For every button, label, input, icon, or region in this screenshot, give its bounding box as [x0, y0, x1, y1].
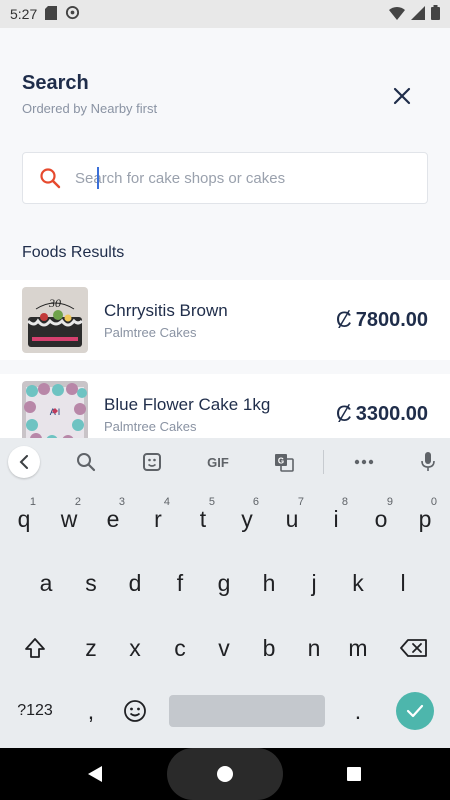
search-input[interactable]	[75, 158, 427, 198]
key-v[interactable]: v	[204, 623, 244, 673]
key-y[interactable]: 6y	[227, 494, 267, 544]
comma-key[interactable]: ,	[71, 686, 111, 736]
key-u[interactable]: 7u	[272, 494, 312, 544]
soft-keyboard: GIF G 1q 2w 3e 4r 5t 6y 7u 8i 9o 0p a s …	[0, 438, 450, 748]
back-triangle-icon	[88, 766, 102, 782]
key-g[interactable]: g	[204, 558, 244, 608]
key-c[interactable]: c	[160, 623, 200, 673]
chevron-left-icon	[19, 455, 28, 469]
key-s[interactable]: s	[71, 558, 111, 608]
svg-text:G: G	[278, 457, 284, 466]
key-j[interactable]: j	[294, 558, 334, 608]
nav-home-button[interactable]	[215, 764, 235, 784]
key-d[interactable]: d	[115, 558, 155, 608]
result-item[interactable]: 30 Chrrysitis Brown Palmtree Cakes Ȼ 780…	[0, 280, 450, 360]
key-q[interactable]: 1q	[4, 494, 44, 544]
result-item[interactable]: A I Blue Flower Cake 1kg Palmtree Cakes …	[0, 374, 450, 438]
toolbar-divider	[323, 450, 324, 474]
emoji-key[interactable]	[115, 686, 155, 736]
home-circle-icon	[217, 766, 233, 782]
key-i[interactable]: 8i	[316, 494, 356, 544]
microphone-icon	[421, 452, 435, 471]
signal-icon	[411, 5, 425, 23]
period-key[interactable]: .	[338, 686, 378, 736]
gif-button[interactable]: GIF	[198, 446, 238, 478]
key-f[interactable]: f	[160, 558, 200, 608]
key-a[interactable]: a	[26, 558, 66, 608]
wifi-icon	[389, 6, 405, 23]
nav-back-button[interactable]	[85, 764, 105, 784]
sticker-button[interactable]	[138, 446, 166, 478]
sticker-icon	[143, 453, 161, 471]
more-options-button[interactable]	[350, 446, 378, 478]
voice-input-button[interactable]	[414, 446, 442, 478]
page-title: Search	[22, 72, 89, 94]
key-x[interactable]: x	[115, 623, 155, 673]
text-cursor	[97, 167, 99, 189]
key-p[interactable]: 0p	[405, 494, 445, 544]
system-nav-bar	[0, 748, 450, 800]
nav-recents-button[interactable]	[344, 764, 364, 784]
symbols-key[interactable]: ?123	[4, 686, 66, 736]
battery-icon	[431, 5, 440, 23]
status-time: 5:27	[10, 6, 38, 22]
translate-button[interactable]: G	[270, 446, 298, 478]
key-n[interactable]: n	[294, 623, 334, 673]
currency-symbol: Ȼ	[335, 401, 352, 426]
check-icon	[406, 704, 424, 718]
emoji-icon	[124, 700, 146, 722]
result-shop: Palmtree Cakes	[104, 324, 197, 340]
key-z[interactable]: z	[71, 623, 111, 673]
space-key[interactable]	[169, 695, 325, 727]
key-b[interactable]: b	[249, 623, 289, 673]
key-o[interactable]: 9o	[361, 494, 401, 544]
search-icon	[77, 453, 96, 472]
recents-square-icon	[347, 767, 361, 781]
backspace-icon	[400, 639, 427, 657]
currency-symbol: Ȼ	[335, 307, 352, 332]
more-horizontal-icon	[354, 459, 374, 465]
page-subtitle: Ordered by Nearby first	[22, 101, 158, 116]
cake-thumbnail: 30	[22, 287, 88, 353]
price-value: 3300.00	[355, 402, 428, 425]
backspace-key[interactable]	[394, 623, 434, 673]
shift-key[interactable]	[15, 623, 55, 673]
key-r[interactable]: 4r	[138, 494, 178, 544]
key-k[interactable]: k	[338, 558, 378, 608]
key-e[interactable]: 3e	[93, 494, 133, 544]
close-button[interactable]	[386, 80, 418, 112]
result-shop: Palmtree Cakes	[104, 418, 197, 434]
sd-card-icon	[45, 5, 58, 23]
price-value: 7800.00	[355, 308, 428, 331]
keyboard-search-button[interactable]	[72, 446, 100, 478]
status-bar: 5:27	[0, 0, 450, 28]
search-box[interactable]	[22, 152, 428, 204]
close-icon	[393, 87, 411, 105]
key-m[interactable]: m	[338, 623, 378, 673]
keyboard-toolbar: GIF G	[0, 438, 450, 486]
key-t[interactable]: 5t	[183, 494, 223, 544]
key-w[interactable]: 2w	[49, 494, 89, 544]
enter-key[interactable]	[396, 692, 434, 730]
shift-icon	[25, 638, 45, 658]
results-section-title: Foods Results	[22, 244, 125, 261]
result-price: Ȼ 7800.00	[336, 307, 428, 333]
data-saver-icon	[65, 5, 80, 23]
search-screen: Search Ordered by Nearby first Foods Res…	[0, 28, 450, 438]
key-l[interactable]: l	[383, 558, 423, 608]
key-h[interactable]: h	[249, 558, 289, 608]
result-name: Blue Flower Cake 1kg	[104, 394, 271, 414]
cake-thumbnail: A I	[22, 381, 88, 438]
translate-icon: G	[275, 454, 294, 472]
keyboard-back-button[interactable]	[8, 446, 40, 478]
result-name: Chrrysitis Brown	[104, 300, 228, 320]
search-icon	[40, 168, 61, 189]
result-price: Ȼ 3300.00	[336, 401, 428, 427]
